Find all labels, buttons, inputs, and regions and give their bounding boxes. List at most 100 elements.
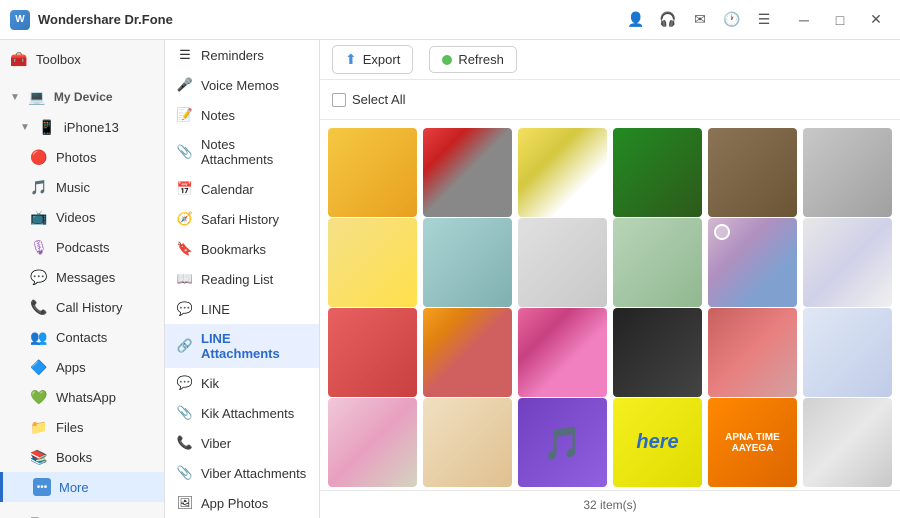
sidebar-item-whatsapp[interactable]: 💚 WhatsApp [0, 382, 164, 412]
image-cell[interactable] [328, 128, 417, 217]
middle-item-notes[interactable]: 📝 Notes [165, 100, 319, 130]
image-cell[interactable] [613, 218, 702, 307]
export-icon: ⬆ [345, 51, 357, 68]
image-cell[interactable] [803, 218, 892, 307]
sidebar-item-toolbox[interactable]: 🧰 Toolbox [0, 44, 164, 74]
middle-item-safarihistory[interactable]: 🧭 Safari History [165, 204, 319, 234]
line-icon: 💬 [177, 301, 193, 317]
sidebar-item-contacts[interactable]: 👥 Contacts [0, 322, 164, 352]
middle-label-reminders: Reminders [201, 48, 264, 63]
sidebar-item-music[interactable]: 🎵 Music [0, 172, 164, 202]
image-cell[interactable] [328, 398, 417, 487]
sidebar-item-callhistory[interactable]: 📞 Call History [0, 292, 164, 322]
middle-label-safarihistory: Safari History [201, 212, 279, 227]
middle-item-line[interactable]: 💬 LINE [165, 294, 319, 324]
sidebar-item-books[interactable]: 📚 Books [0, 442, 164, 472]
image-cell[interactable] [423, 218, 512, 307]
callhistory-icon: 📞 [30, 298, 48, 316]
middle-item-calendar[interactable]: 📅 Calendar [165, 174, 319, 204]
image-cell[interactable] [423, 308, 512, 397]
middle-item-kik[interactable]: 💬 Kik [165, 368, 319, 398]
middle-item-viber[interactable]: 📞 Viber [165, 428, 319, 458]
middle-item-notesattachments[interactable]: 📎 Notes Attachments [165, 130, 319, 174]
refresh-icon [442, 55, 452, 65]
sidebar-item-photos[interactable]: 🔴 Photos [0, 142, 164, 172]
image-cell[interactable] [423, 398, 512, 487]
menu-icon[interactable]: ☰ [754, 10, 774, 30]
maximize-button[interactable]: □ [826, 6, 854, 34]
app-logo: W [10, 10, 30, 30]
more-icon: ••• [33, 478, 51, 496]
middle-label-bookmarks: Bookmarks [201, 242, 266, 257]
select-all-text: Select All [352, 92, 405, 107]
sidebar-item-mydevice[interactable]: ▼ 💻 My Device [0, 82, 164, 112]
image-cell[interactable]: here [613, 398, 702, 487]
middle-item-bookmarks[interactable]: 🔖 Bookmarks [165, 234, 319, 264]
sidebar-item-iphone13[interactable]: ▼ 📱 iPhone13 [0, 112, 164, 142]
middle-item-appphotos[interactable]: 🖼 App Photos [165, 488, 319, 518]
item-count: 32 item(s) [583, 498, 636, 512]
image-cell[interactable] [803, 128, 892, 217]
export-button[interactable]: ⬆ Export [332, 45, 413, 74]
sidebar-item-messages[interactable]: 💬 Messages [0, 262, 164, 292]
kikattachments-icon: 📎 [177, 405, 193, 421]
appphotos-icon: 🖼 [177, 495, 193, 511]
image-cell[interactable] [423, 128, 512, 217]
image-cell[interactable] [518, 218, 607, 307]
files-icon: 📁 [30, 418, 48, 436]
image-cell[interactable] [518, 308, 607, 397]
viber-icon: 📞 [177, 435, 193, 451]
middle-item-reminders[interactable]: ☰ Reminders [165, 40, 319, 70]
image-cell[interactable] [328, 308, 417, 397]
middle-label-readinglist: Reading List [201, 272, 273, 287]
viberattachments-icon: 📎 [177, 465, 193, 481]
middle-label-kikattachments: Kik Attachments [201, 406, 294, 421]
sidebar-item-videos[interactable]: 📺 Videos [0, 202, 164, 232]
sidebar-label-more: More [59, 480, 89, 495]
messages-icon: 💬 [30, 268, 48, 286]
middle-panel: ☰ Reminders 🎤 Voice Memos 📝 Notes 📎 Note… [165, 40, 320, 518]
image-cell[interactable] [613, 128, 702, 217]
middle-item-viberattachments[interactable]: 📎 Viber Attachments [165, 458, 319, 488]
sidebar-label-toolbox: Toolbox [36, 52, 81, 67]
image-cell[interactable]: APNA TIME AAYEGA [708, 398, 797, 487]
sidebar-item-files[interactable]: 📁 Files [0, 412, 164, 442]
minimize-button[interactable]: ─ [790, 6, 818, 34]
middle-item-readinglist[interactable]: 📖 Reading List [165, 264, 319, 294]
sidebar-label-files: Files [56, 420, 83, 435]
image-cell[interactable] [803, 308, 892, 397]
image-cell[interactable] [708, 218, 797, 307]
sidebar-item-more[interactable]: ••• More [0, 472, 164, 502]
middle-item-kikattachments[interactable]: 📎 Kik Attachments [165, 398, 319, 428]
export-label: Export [363, 52, 401, 67]
refresh-button[interactable]: Refresh [429, 46, 517, 73]
image-cell[interactable] [803, 398, 892, 487]
image-cell[interactable]: 🎵 [518, 398, 607, 487]
image-cell[interactable] [708, 308, 797, 397]
calendar-icon: 📅 [177, 181, 193, 197]
lineattachments-icon: 🔗 [177, 338, 193, 354]
image-cell[interactable] [708, 128, 797, 217]
photos-icon: 🔴 [30, 148, 48, 166]
sidebar-item-podcasts[interactable]: 🎙 Podcasts [0, 232, 164, 262]
sidebar-item-apps[interactable]: 🔷 Apps [0, 352, 164, 382]
middle-item-lineattachments[interactable]: 🔗 LINE Attachments [165, 324, 319, 368]
history-icon[interactable]: 🕐 [722, 10, 742, 30]
iphone13-icon: 📱 [38, 118, 56, 136]
mail-icon[interactable]: ✉ [690, 10, 710, 30]
content-header: Select All [320, 80, 900, 120]
image-cell[interactable] [328, 218, 417, 307]
sidebar-label-music: Music [56, 180, 90, 195]
image-cell[interactable] [518, 128, 607, 217]
content-toolbar: ⬆ Export Refresh [320, 40, 900, 80]
sidebar-item-pixel7[interactable]: ▶ 📱 Pixel 7 [0, 510, 164, 518]
headphone-icon[interactable]: 🎧 [658, 10, 678, 30]
select-all-checkbox[interactable] [332, 93, 346, 107]
image-cell[interactable] [613, 308, 702, 397]
middle-label-appphotos: App Photos [201, 496, 268, 511]
middle-item-voicememos[interactable]: 🎤 Voice Memos [165, 70, 319, 100]
close-button[interactable]: ✕ [862, 6, 890, 34]
avatar-icon[interactable]: 👤 [626, 10, 646, 30]
whatsapp-icon: 💚 [30, 388, 48, 406]
select-all-label[interactable]: Select All [332, 92, 405, 107]
